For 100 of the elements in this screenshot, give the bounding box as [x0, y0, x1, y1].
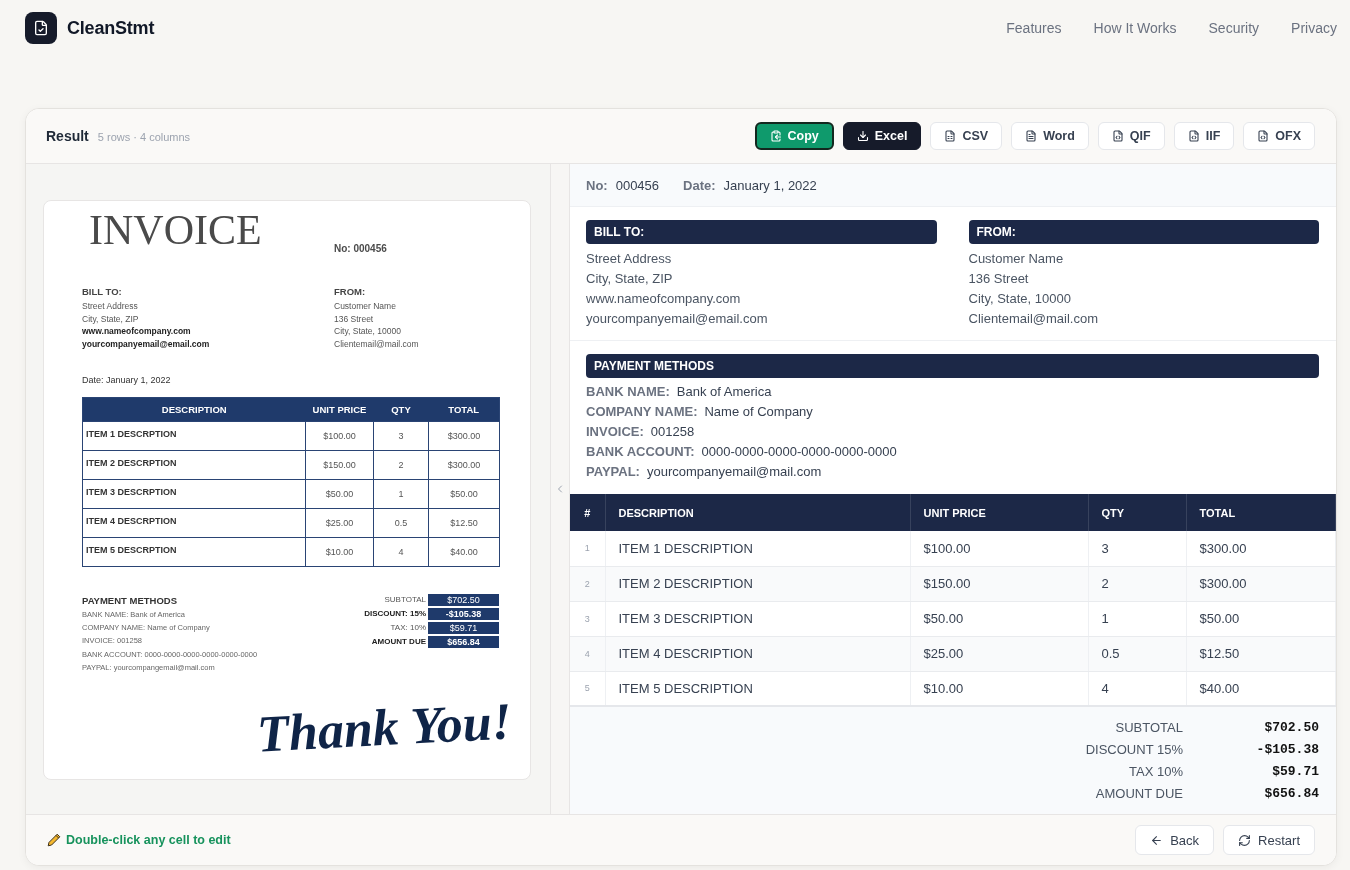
- refresh-icon: [1238, 833, 1252, 847]
- document-cell: 2: [373, 450, 429, 480]
- table-cell: ITEM 2 DESCRIPTION: [605, 566, 910, 601]
- address-line: City, State, ZIP: [586, 270, 673, 288]
- field-label: No:: [586, 177, 608, 193]
- field-label: PAYPAL:: [586, 463, 640, 481]
- field-value: Bank of America: [676, 383, 772, 401]
- table-cell: 2: [1088, 566, 1186, 601]
- document-cell: ITEM 2 DESCRPTION: [82, 450, 306, 480]
- nav-button[interactable]: Back: [1135, 825, 1215, 855]
- document-cell: ITEM 3 DESCRPTION: [82, 479, 306, 509]
- table-cell: $300.00: [1186, 531, 1336, 566]
- thank-you-script: Thank You!: [255, 691, 514, 765]
- field-value: 000456: [615, 177, 660, 193]
- table-cell: ITEM 4 DESCRIPTION: [605, 636, 910, 671]
- document-cell: 1: [373, 479, 429, 509]
- document-line: www.nameofcompany.com: [82, 325, 191, 338]
- total-value: $59.71: [1272, 763, 1319, 781]
- document-total-value: $59.71: [428, 622, 499, 634]
- table-cell: $40.00: [1186, 671, 1336, 706]
- document-cell: $12.50: [428, 508, 500, 538]
- export-button[interactable]: Word: [1011, 122, 1089, 150]
- section-header: FROM:: [968, 220, 1319, 244]
- row-number: 1: [570, 531, 605, 566]
- nav-link[interactable]: Privacy: [1291, 20, 1337, 36]
- export-button[interactable]: CSV: [930, 122, 1003, 150]
- export-button[interactable]: Excel: [842, 122, 922, 150]
- column-header: TOTAL: [1186, 494, 1336, 531]
- document-line: Street Address: [82, 300, 138, 313]
- section-header: PAYMENT METHODS: [586, 354, 1319, 378]
- total-value: -$105.38: [1256, 741, 1319, 759]
- address-line: City, State, 10000: [968, 290, 1071, 308]
- code-file-icon: [1187, 130, 1200, 142]
- arrow-left-icon: [1150, 833, 1164, 847]
- export-button[interactable]: Copy: [754, 122, 834, 150]
- table-cell: 4: [1088, 671, 1186, 706]
- export-button[interactable]: QIF: [1097, 122, 1165, 150]
- document-check-icon: [25, 12, 57, 44]
- address-line: yourcompanyemail@email.com: [586, 310, 768, 328]
- field-value: 001258: [650, 423, 695, 441]
- total-label: AMOUNT DUE: [1095, 785, 1183, 803]
- field-value: Name of Company: [704, 403, 813, 421]
- document-cell: $300.00: [428, 450, 500, 480]
- field-label: INVOICE:: [586, 423, 644, 441]
- document-line: City, State, 10000: [334, 325, 401, 338]
- table-cell: $25.00: [910, 636, 1088, 671]
- document-line: Clientemail@mail.com: [334, 337, 419, 350]
- document-line: 136 Street: [334, 312, 374, 325]
- address-line: Street Address: [586, 250, 672, 268]
- document-cell: 4: [373, 537, 429, 567]
- document-total-value: $656.84: [428, 636, 499, 648]
- table-cell: $12.50: [1186, 636, 1336, 671]
- document-cell: ITEM 5 DESCRPTION: [82, 537, 306, 567]
- row-number: 4: [570, 636, 605, 671]
- code-file-icon: [1111, 130, 1124, 142]
- export-button[interactable]: OFX: [1243, 122, 1315, 150]
- nav-link[interactable]: Features: [1006, 20, 1062, 36]
- table-cell: $50.00: [910, 601, 1088, 636]
- document-column-header: DESCRIPTION: [82, 397, 306, 422]
- document-line: City, State, ZIP: [82, 312, 139, 325]
- export-button[interactable]: IIF: [1173, 122, 1235, 150]
- address-line: Clientemail@mail.com: [968, 310, 1098, 328]
- nav-link[interactable]: How It Works: [1093, 20, 1177, 36]
- result-title: Result: [46, 128, 89, 144]
- document-heading: BILL TO:: [82, 285, 122, 298]
- address-line: Customer Name: [968, 250, 1064, 268]
- document-cell: ITEM 1 DESCRPTION: [82, 421, 306, 451]
- document-heading: PAYMENT METHODS: [82, 594, 177, 607]
- column-header: QTY: [1088, 494, 1186, 531]
- nav-button[interactable]: Restart: [1223, 825, 1315, 855]
- row-number: 5: [570, 671, 605, 706]
- table-cell: 0.5: [1088, 636, 1186, 671]
- document-column-header: UNIT PRICE: [305, 397, 374, 422]
- total-label: DISCOUNT 15%: [1085, 741, 1183, 759]
- nav-link[interactable]: Security: [1208, 20, 1260, 36]
- table-cell: ITEM 1 DESCRIPTION: [605, 531, 910, 566]
- document-cell: $50.00: [428, 479, 500, 509]
- document-cell: $300.00: [428, 421, 500, 451]
- document-column-header: QTY: [373, 397, 429, 422]
- row-number: 3: [570, 601, 605, 636]
- address-line: www.nameofcompany.com: [586, 290, 741, 308]
- section-header: BILL TO:: [586, 220, 937, 244]
- spreadsheet-file-icon: [944, 130, 957, 142]
- document-cell: 0.5: [373, 508, 429, 538]
- address-line: 136 Street: [968, 270, 1029, 288]
- document-heading: FROM:: [334, 285, 366, 298]
- pencil-icon: [47, 833, 61, 847]
- field-label: COMPANY NAME:: [586, 403, 698, 421]
- document-line: yourcompanyemail@email.com: [82, 337, 210, 350]
- brand-name: CleanStmt: [67, 17, 155, 39]
- document-number: No: 000456: [334, 243, 387, 255]
- total-label: SUBTOTAL: [1115, 719, 1183, 737]
- field-label: Date:: [683, 177, 716, 193]
- clipboard-icon: [769, 130, 782, 142]
- field-value: 0000-0000-0000-0000-0000-0000: [701, 443, 897, 461]
- document-total-value: $702.50: [428, 594, 499, 606]
- document-total-label: DISCOUNT: 15%: [364, 608, 426, 620]
- document-line: Customer Name: [334, 300, 396, 313]
- field-label: BANK NAME:: [586, 383, 670, 401]
- document-column-header: TOTAL: [428, 397, 500, 422]
